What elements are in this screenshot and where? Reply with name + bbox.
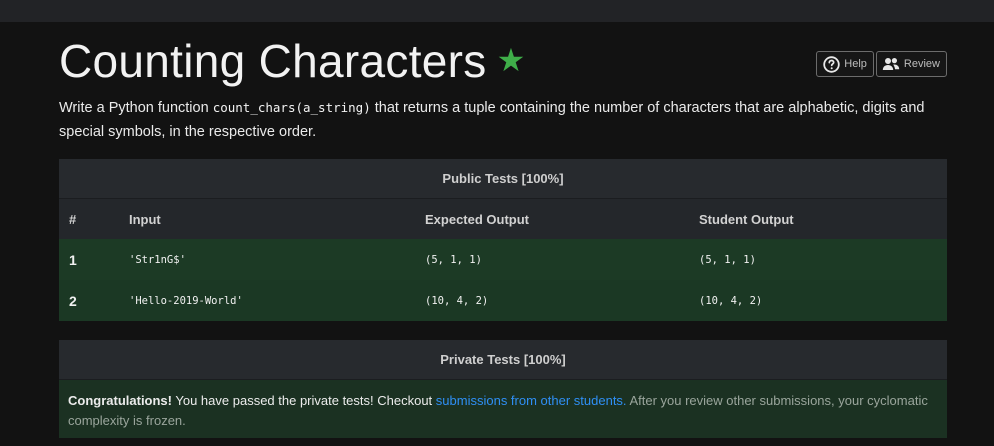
other-submissions-link[interactable]: submissions from other students. bbox=[436, 393, 627, 408]
row-input: 'Hello-2019-World' bbox=[119, 280, 415, 321]
description-text-start: Write a Python function bbox=[59, 100, 213, 116]
table-row: 2 'Hello-2019-World' (10, 4, 2) (10, 4, … bbox=[59, 280, 947, 321]
row-expected: (5, 1, 1) bbox=[415, 239, 689, 280]
help-label: Help bbox=[844, 58, 867, 70]
public-tests-title: Public Tests [100%] bbox=[59, 159, 947, 199]
title-row: Counting Characters ★ Help Review bbox=[59, 22, 947, 92]
problem-description: Write a Python function count_chars(a_st… bbox=[59, 96, 947, 144]
public-tests-table: # Input Expected Output Student Output 1… bbox=[59, 199, 947, 321]
private-tests-message: Congratulations! You have passed the pri… bbox=[59, 380, 947, 438]
row-num: 2 bbox=[59, 280, 119, 321]
review-button[interactable]: Review bbox=[875, 51, 947, 77]
row-student: (10, 4, 2) bbox=[689, 280, 947, 321]
top-navbar bbox=[0, 0, 994, 22]
action-buttons: Help Review bbox=[816, 51, 947, 77]
row-expected: (10, 4, 2) bbox=[415, 280, 689, 321]
table-header-row: # Input Expected Output Student Output bbox=[59, 199, 947, 239]
page-title: Counting Characters ★ bbox=[59, 34, 526, 87]
row-student: (5, 1, 1) bbox=[689, 239, 947, 280]
review-label: Review bbox=[903, 58, 940, 70]
table-row: 1 'Str1nG$' (5, 1, 1) (5, 1, 1) bbox=[59, 239, 947, 280]
star-icon: ★ bbox=[496, 42, 526, 78]
message-text: You have passed the private tests! Check… bbox=[172, 393, 436, 408]
col-header-expected: Expected Output bbox=[415, 199, 689, 239]
private-tests-panel: Private Tests [100%] Congratulations! Yo… bbox=[59, 340, 947, 438]
help-button[interactable]: Help bbox=[816, 51, 874, 77]
col-header-student: Student Output bbox=[689, 199, 947, 239]
function-signature: count_chars(a_string) bbox=[212, 100, 371, 115]
public-tests-panel: Public Tests [100%] # Input Expected Out… bbox=[59, 159, 947, 321]
users-icon bbox=[882, 55, 900, 73]
congrats-label: Congratulations! bbox=[68, 393, 172, 408]
col-header-num: # bbox=[59, 199, 119, 239]
private-tests-title: Private Tests [100%] bbox=[59, 340, 947, 380]
row-input: 'Str1nG$' bbox=[119, 239, 415, 280]
main-content: Counting Characters ★ Help Review Write a… bbox=[59, 22, 947, 438]
question-circle-icon bbox=[822, 55, 840, 73]
page-title-text: Counting Characters bbox=[59, 35, 487, 87]
row-num: 1 bbox=[59, 239, 119, 280]
col-header-input: Input bbox=[119, 199, 415, 239]
